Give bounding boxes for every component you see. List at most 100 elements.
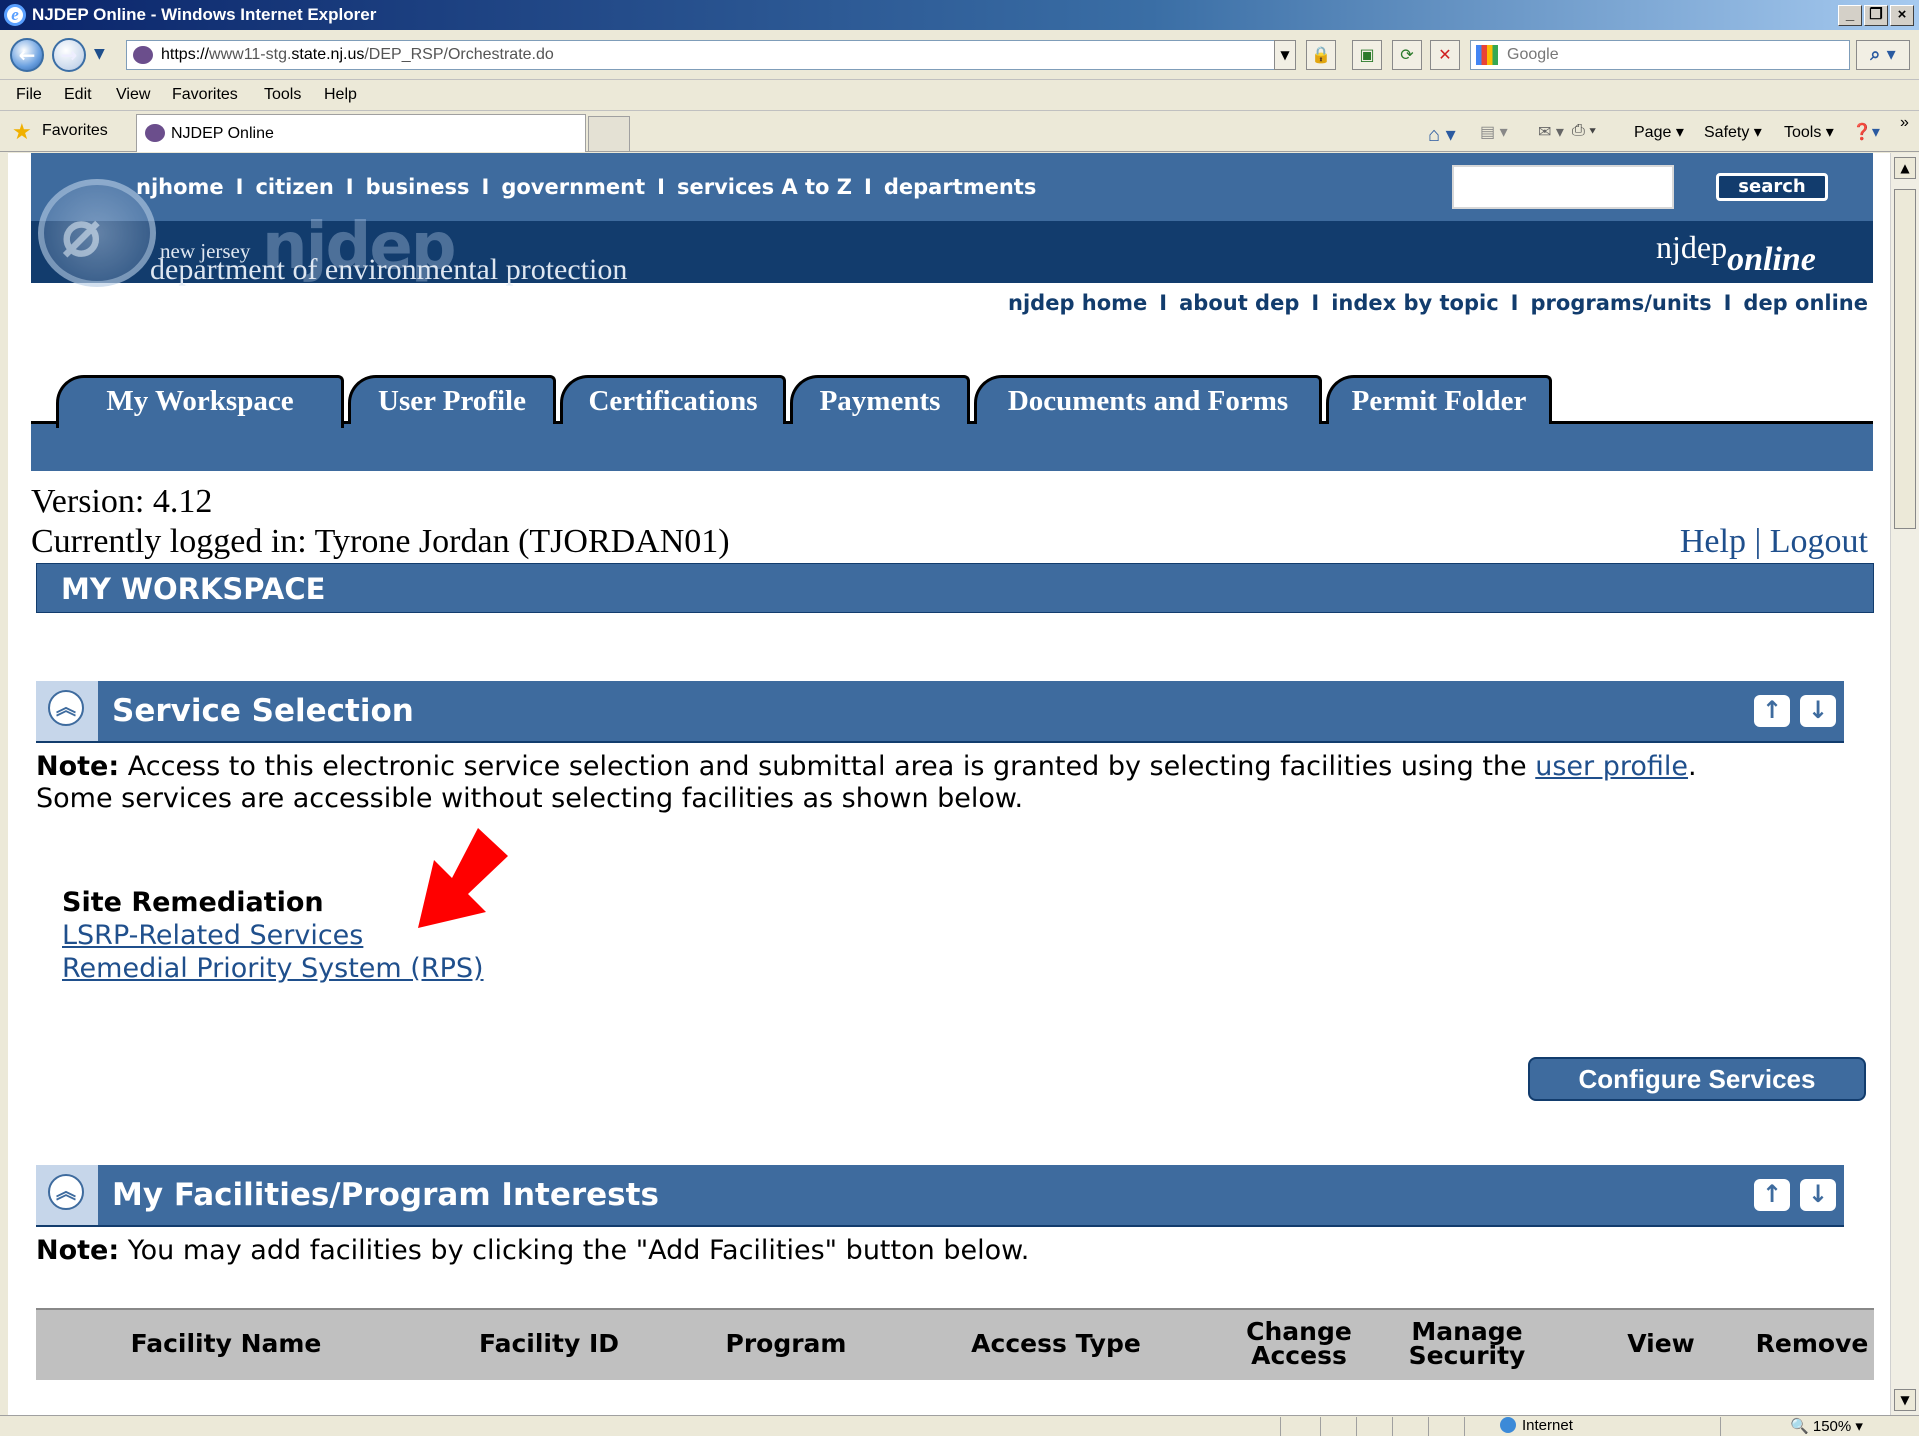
google-icon <box>1476 45 1498 65</box>
tools-menu[interactable]: Tools ▾ <box>1784 122 1834 142</box>
col-manage-security[interactable]: Manage Security <box>1402 1319 1532 1368</box>
tab-payments[interactable]: Payments <box>790 375 970 424</box>
tab-documents-and-forms[interactable]: Documents and Forms <box>974 375 1322 424</box>
site-search-button[interactable]: search <box>1716 173 1828 201</box>
nav-njhome[interactable]: njhome <box>136 175 224 199</box>
restore-button[interactable]: ❐ <box>1864 5 1888 26</box>
double-chevron-up-icon: ︽ <box>48 1174 84 1210</box>
move-up-arrow-icon[interactable]: ↑ <box>1754 1179 1790 1211</box>
facilities-header: ︽ My Facilities/Program Interests ↑ ↓ <box>36 1165 1844 1227</box>
workspace-title: MY WORKSPACE <box>61 572 326 606</box>
nav-business[interactable]: business <box>366 175 470 199</box>
stop-icon[interactable]: ✕ <box>1430 40 1460 70</box>
site-search-input[interactable] <box>1452 165 1674 209</box>
status-bar: Internet 🔍 150% ▾ <box>0 1415 1919 1436</box>
browser-tab[interactable]: NJDEP Online <box>136 114 586 152</box>
new-tab-button[interactable] <box>588 116 630 152</box>
col-change-access[interactable]: Change Access <box>1244 1319 1354 1368</box>
subnav-about-dep[interactable]: about dep <box>1179 291 1299 315</box>
tab-my-workspace[interactable]: My Workspace <box>56 375 344 428</box>
nav-departments[interactable]: departments <box>884 175 1037 199</box>
compatibility-view-icon[interactable]: ▣ <box>1352 40 1382 70</box>
col-view[interactable]: View <box>1616 1331 1706 1356</box>
recent-pages-dropdown-icon[interactable]: ▼ <box>94 46 105 62</box>
help-link[interactable]: Help <box>1680 523 1746 560</box>
move-up-arrow-icon[interactable]: ↑ <box>1754 695 1790 727</box>
title-bar: e NJDEP Online - Windows Internet Explor… <box>0 0 1919 30</box>
site-favicon-icon <box>133 46 153 64</box>
logout-link[interactable]: Logout <box>1770 523 1868 560</box>
subnav-index-by-topic[interactable]: index by topic <box>1331 291 1498 315</box>
version-text: Version: 4.12 <box>31 483 213 520</box>
menu-tools[interactable]: Tools <box>264 86 301 104</box>
help-icon[interactable]: ❓▾ <box>1852 122 1880 142</box>
chevron-more-icon[interactable]: » <box>1900 114 1909 132</box>
help-logout-links: Help | Logout <box>1680 523 1868 561</box>
minimize-button[interactable]: _ <box>1838 5 1862 26</box>
url-domain: state.nj.us <box>291 46 365 63</box>
feeds-icon[interactable]: ▤ ▾ <box>1480 122 1508 142</box>
scroll-down-arrow-icon[interactable]: ▼ <box>1894 1389 1916 1411</box>
menu-help[interactable]: Help <box>324 86 357 104</box>
favorites-button[interactable]: Favorites <box>42 122 108 140</box>
page-menu[interactable]: Page ▾ <box>1634 122 1684 142</box>
search-go-button[interactable]: ⌕ ▾ <box>1856 40 1910 70</box>
favorites-star-icon[interactable]: ★ <box>12 121 32 143</box>
nav-services-a-to-z[interactable]: services A to Z <box>677 175 852 199</box>
search-input[interactable]: Google <box>1470 40 1850 70</box>
collapse-section-button[interactable]: ︽ <box>36 1165 98 1225</box>
home-icon[interactable]: ⌂ ▾ <box>1428 122 1456 147</box>
close-button[interactable]: × <box>1890 5 1914 26</box>
zoom-level[interactable]: 🔍 150% ▾ <box>1790 1417 1863 1435</box>
collapse-section-button[interactable]: ︽ <box>36 681 98 741</box>
vertical-scrollbar[interactable]: ▲ ▼ <box>1890 153 1919 1415</box>
refresh-icon[interactable]: ⟳ <box>1392 40 1422 70</box>
subnav-programs-units[interactable]: programs/units <box>1531 291 1712 315</box>
search-placeholder: Google <box>1507 46 1559 63</box>
address-row: ← → ▼ https://www11-stg.state.nj.us/DEP_… <box>0 30 1919 80</box>
tab-permit-folder[interactable]: Permit Folder <box>1326 375 1552 424</box>
col-facility-name[interactable]: Facility Name <box>116 1331 336 1356</box>
menu-favorites[interactable]: Favorites <box>172 86 238 104</box>
safety-menu[interactable]: Safety ▾ <box>1704 122 1762 142</box>
link-separator: | <box>1754 523 1762 560</box>
menu-edit[interactable]: Edit <box>64 86 92 104</box>
browser-window: e NJDEP Online - Windows Internet Explor… <box>0 0 1919 1436</box>
print-icon[interactable]: ⎙ ▾ <box>1572 122 1596 140</box>
double-chevron-up-icon: ︽ <box>48 690 84 726</box>
nav-government[interactable]: government <box>501 175 645 199</box>
remedial-priority-system-link[interactable]: Remedial Priority System (RPS) <box>62 953 484 984</box>
forward-button[interactable]: → <box>52 38 86 72</box>
facilities-table-header: Facility Name Facility ID Program Access… <box>36 1308 1874 1380</box>
scrollbar-thumb[interactable] <box>1894 189 1916 529</box>
scroll-up-arrow-icon[interactable]: ▲ <box>1894 157 1916 179</box>
back-button[interactable]: ← <box>10 38 44 72</box>
red-pointer-arrow-icon <box>418 828 508 928</box>
tab-user-profile[interactable]: User Profile <box>348 375 556 424</box>
lsrp-related-services-link[interactable]: LSRP-Related Services <box>62 920 363 951</box>
move-down-arrow-icon[interactable]: ↓ <box>1800 1179 1836 1211</box>
col-access-type[interactable]: Access Type <box>956 1331 1156 1356</box>
menu-file[interactable]: File <box>16 86 42 104</box>
col-remove[interactable]: Remove <box>1752 1331 1872 1356</box>
mail-icon[interactable]: ✉ ▾ <box>1538 122 1564 142</box>
subnav-dep-online[interactable]: dep online <box>1743 291 1868 315</box>
note-label: Note: <box>36 751 120 782</box>
address-dropdown-icon[interactable]: ▼ <box>1274 40 1296 70</box>
address-input[interactable]: https://www11-stg.state.nj.us/DEP_RSP/Or… <box>126 40 1296 70</box>
logged-in-text: Currently logged in: Tyrone Jordan (TJOR… <box>31 523 730 560</box>
globe-icon <box>1500 1417 1516 1433</box>
col-facility-id[interactable]: Facility ID <box>454 1331 644 1356</box>
top-navigation: njhome Icitizen Ibusiness Igovernment Iservi… <box>136 175 1037 199</box>
tab-certifications[interactable]: Certifications <box>560 375 786 424</box>
subnav-njdep-home[interactable]: njdep home <box>1008 291 1147 315</box>
page-viewport: ⌀ njdep new jersey department of environ… <box>8 153 1890 1415</box>
facilities-note: Note: You may add facilities by clicking… <box>36 1235 1030 1266</box>
configure-services-button[interactable]: Configure Services <box>1528 1057 1866 1101</box>
move-down-arrow-icon[interactable]: ↓ <box>1800 695 1836 727</box>
nav-citizen[interactable]: citizen <box>255 175 333 199</box>
col-program[interactable]: Program <box>696 1331 876 1356</box>
user-profile-link[interactable]: user profile <box>1535 751 1688 782</box>
menu-view[interactable]: View <box>116 86 150 104</box>
lock-icon[interactable]: 🔒 <box>1306 40 1336 70</box>
